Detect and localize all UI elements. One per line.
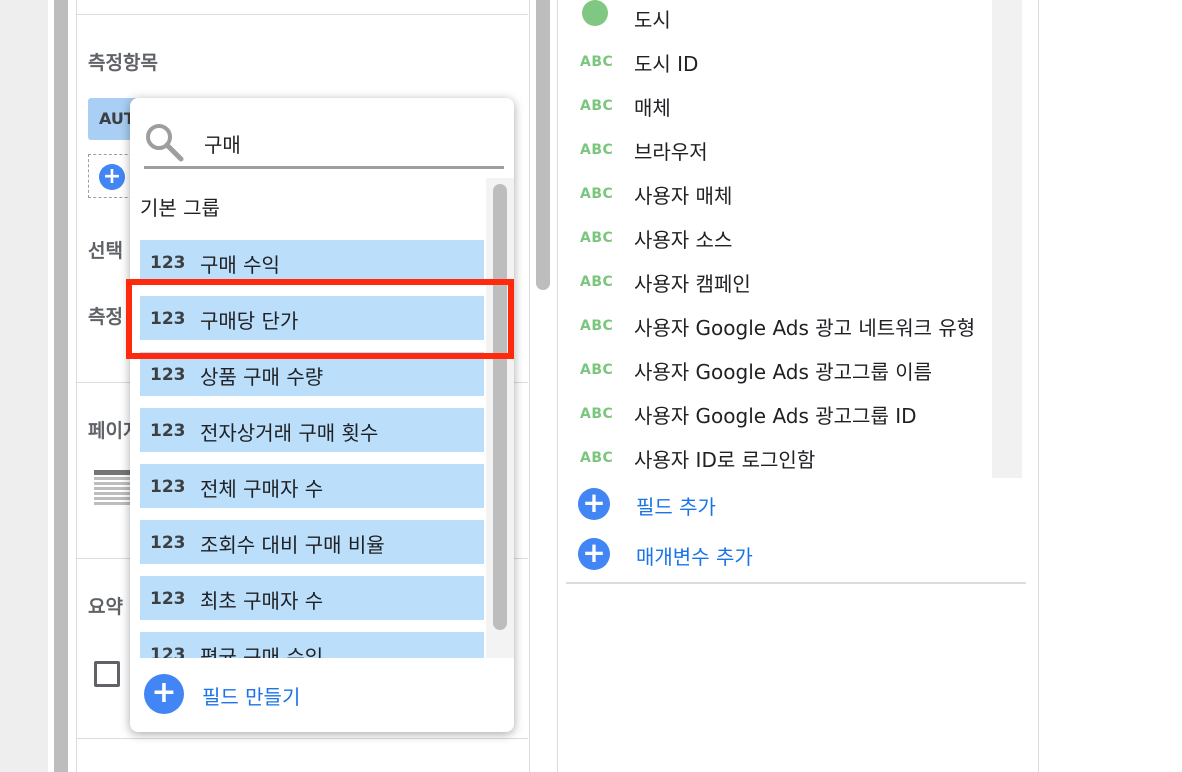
- field-list-scrollbar[interactable]: [992, 0, 1022, 478]
- field-item[interactable]: ABC 브라우저: [580, 128, 980, 172]
- plus-circle-icon: +: [578, 488, 610, 520]
- number-type-icon: 123: [150, 533, 186, 553]
- number-type-icon: 123: [150, 365, 186, 385]
- metric-label: 상품 구매 수량: [200, 365, 324, 389]
- text-type-icon: ABC: [580, 186, 614, 202]
- field-label: 도시: [634, 8, 671, 32]
- field-label: 사용자 Google Ads 광고그룹 이름: [634, 360, 933, 384]
- metric-label: 전체 구매자 수: [200, 477, 324, 501]
- plus-circle-icon[interactable]: +: [144, 674, 184, 714]
- metric-label: 구매 수익: [200, 253, 280, 277]
- highlight-box: [126, 279, 514, 359]
- field-item[interactable]: ABC 사용자 소스: [580, 216, 980, 260]
- metric-item[interactable]: 123 조회수 대비 구매 비율: [140, 520, 484, 564]
- table-icon[interactable]: [94, 470, 130, 506]
- metric-item[interactable]: 123 최초 구매자 수: [140, 576, 484, 620]
- number-type-icon: 123: [150, 421, 186, 441]
- search-icon: [146, 124, 184, 162]
- divider: [76, 738, 528, 739]
- metric-label: 전자상거래 구매 횟수: [200, 421, 379, 445]
- left-scrollbar[interactable]: [54, 0, 68, 772]
- plus-circle-icon: +: [578, 538, 610, 570]
- text-type-icon: ABC: [580, 142, 614, 158]
- field-label: 사용자 Google Ads 광고그룹 ID: [634, 404, 917, 428]
- measure-label: 측정: [88, 306, 123, 328]
- setup-scrollbar[interactable]: [536, 0, 550, 290]
- number-type-icon: 123: [150, 477, 186, 497]
- summary-checkbox[interactable]: [94, 661, 120, 687]
- metric-label: 최초 구매자 수: [200, 589, 324, 613]
- metric-item[interactable]: 123 평균 구매 수익: [140, 632, 484, 658]
- number-type-icon: 123: [150, 253, 186, 273]
- plus-circle-icon: +: [99, 164, 125, 190]
- create-field-button[interactable]: 필드 만들기: [202, 681, 300, 710]
- add-field-label: 필드 추가: [636, 495, 716, 519]
- field-label: 도시 ID: [634, 52, 699, 76]
- field-item[interactable]: ABC 사용자 ID로 로그인함: [580, 436, 980, 480]
- text-type-icon: ABC: [580, 362, 614, 378]
- field-item[interactable]: ABC 매체: [580, 84, 980, 128]
- field-label: 사용자 매체: [634, 184, 733, 208]
- field-item[interactable]: ABC 도시 ID: [580, 40, 980, 84]
- field-item[interactable]: 도시: [580, 0, 980, 40]
- field-label: 브라우저: [634, 140, 708, 164]
- text-type-icon: ABC: [580, 274, 614, 290]
- text-type-icon: ABC: [580, 318, 614, 334]
- field-item[interactable]: ABC 사용자 매체: [580, 172, 980, 216]
- summary-label: 요약: [88, 596, 123, 618]
- text-type-icon: ABC: [580, 450, 614, 466]
- selection-label: 선택: [88, 240, 123, 262]
- field-item[interactable]: ABC 사용자 Google Ads 광고그룹 이름: [580, 348, 980, 392]
- search-underline: [144, 166, 504, 169]
- add-parameter-label: 매개변수 추가: [636, 545, 753, 569]
- text-type-icon: ABC: [580, 406, 614, 422]
- number-type-icon: 123: [150, 645, 186, 658]
- metric-label: 평균 구매 수익: [200, 645, 324, 658]
- metric-picker-popup: 기본 그룹 123 구매 수익 123 구매당 단가 123 상품 구매 수량 …: [130, 98, 514, 732]
- globe-icon: [582, 0, 608, 26]
- metric-item[interactable]: 123 구매 수익: [140, 240, 484, 284]
- field-label: 사용자 Google Ads 광고 네트워크 유형: [634, 316, 976, 340]
- metric-item[interactable]: 123 전자상거래 구매 횟수: [140, 408, 484, 452]
- group-label: 기본 그룹: [140, 196, 220, 220]
- field-item[interactable]: ABC 사용자 Google Ads 광고그룹 ID: [580, 392, 980, 436]
- metric-item[interactable]: 123 전체 구매자 수: [140, 464, 484, 508]
- text-type-icon: ABC: [580, 54, 614, 70]
- divider: [566, 582, 1026, 584]
- field-label: 사용자 소스: [634, 228, 733, 252]
- field-item[interactable]: ABC 사용자 캠페인: [580, 260, 980, 304]
- metrics-section-title: 측정항목: [88, 52, 158, 74]
- metric-label: 조회수 대비 구매 비율: [200, 533, 385, 557]
- field-label: 사용자 ID로 로그인함: [634, 448, 816, 472]
- popup-scrollbar-thumb[interactable]: [493, 184, 507, 630]
- field-label: 사용자 캠페인: [634, 272, 751, 296]
- field-label: 매체: [634, 96, 671, 120]
- field-item[interactable]: ABC 사용자 Google Ads 광고 네트워크 유형: [580, 304, 980, 348]
- text-type-icon: ABC: [580, 230, 614, 246]
- text-type-icon: ABC: [580, 98, 614, 114]
- number-type-icon: 123: [150, 589, 186, 609]
- left-background: [0, 0, 48, 772]
- divider: [76, 14, 528, 15]
- search-input[interactable]: [204, 128, 484, 158]
